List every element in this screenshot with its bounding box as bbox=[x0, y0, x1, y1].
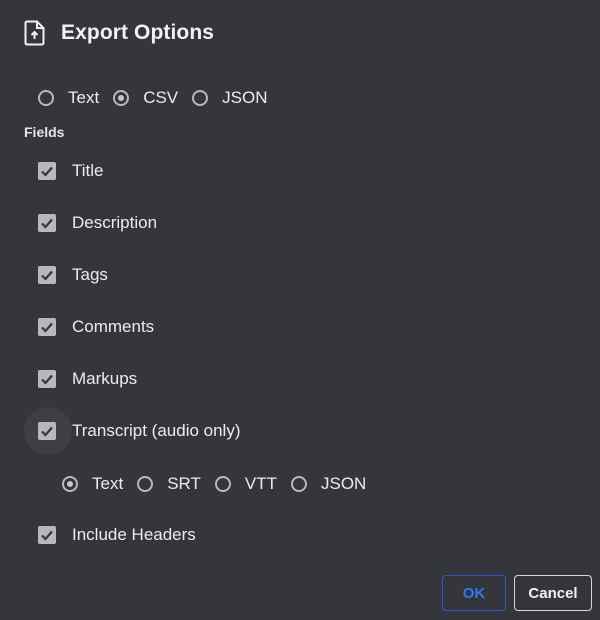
field-checkbox-markups[interactable]: Markups bbox=[38, 367, 137, 391]
checkbox[interactable] bbox=[38, 266, 56, 284]
radio-label: Text bbox=[68, 88, 100, 107]
radio-label: JSON bbox=[222, 88, 268, 107]
format-option-text[interactable]: Text bbox=[38, 88, 99, 108]
radio-button[interactable] bbox=[137, 476, 154, 492]
checkbox-label: Transcript (audio only) bbox=[72, 421, 241, 440]
checkmark-icon bbox=[41, 218, 53, 229]
transcript-option-json[interactable]: JSON bbox=[291, 474, 366, 494]
radio-label: JSON bbox=[321, 474, 367, 493]
radio-button[interactable] bbox=[192, 90, 209, 106]
checkbox[interactable] bbox=[38, 318, 56, 336]
radio-button[interactable] bbox=[214, 476, 231, 492]
format-option-json[interactable]: JSON bbox=[192, 88, 268, 108]
transcript-option-vtt[interactable]: VTT bbox=[214, 474, 277, 494]
transcript-option-text[interactable]: Text bbox=[62, 474, 123, 494]
format-option-csv[interactable]: CSV bbox=[113, 88, 178, 108]
checkbox-label: Comments bbox=[72, 317, 155, 336]
field-checkbox-description[interactable]: Description bbox=[38, 211, 157, 235]
export-options-dialog: Export Options Text CSV JSON Fields Titl… bbox=[0, 0, 600, 620]
radio-button[interactable] bbox=[62, 476, 78, 492]
checkbox-label: Markups bbox=[72, 369, 138, 388]
field-checkbox-comments[interactable]: Comments bbox=[38, 315, 154, 339]
file-upload-icon bbox=[24, 20, 46, 46]
checkmark-icon bbox=[41, 270, 53, 281]
field-checkbox-title[interactable]: Title bbox=[38, 159, 104, 183]
checkbox[interactable] bbox=[38, 370, 56, 388]
checkbox-label: Include Headers bbox=[72, 525, 196, 544]
radio-button[interactable] bbox=[291, 476, 307, 492]
checkbox[interactable] bbox=[38, 422, 56, 440]
checkbox-label: Description bbox=[72, 213, 158, 232]
transcript-option-srt[interactable]: SRT bbox=[137, 474, 201, 494]
checkmark-icon bbox=[41, 426, 53, 437]
radio-label: SRT bbox=[167, 474, 201, 493]
include-headers-checkbox[interactable]: Include Headers bbox=[38, 523, 196, 547]
radio-label: VTT bbox=[244, 474, 277, 493]
cancel-button[interactable]: Cancel bbox=[514, 575, 592, 611]
checkmark-icon bbox=[41, 166, 53, 177]
field-checkbox-tags[interactable]: Tags bbox=[38, 263, 108, 287]
field-checkbox-transcript[interactable]: Transcript (audio only) bbox=[38, 419, 241, 443]
radio-button[interactable] bbox=[38, 90, 54, 106]
checkbox[interactable] bbox=[38, 214, 56, 232]
radio-button[interactable] bbox=[113, 90, 130, 106]
ok-button[interactable]: OK bbox=[442, 575, 506, 611]
checkbox[interactable] bbox=[38, 162, 56, 180]
radio-label: Text bbox=[92, 474, 124, 493]
dialog-title: Export Options bbox=[61, 21, 215, 44]
checkmark-icon bbox=[41, 374, 53, 385]
checkbox[interactable] bbox=[38, 526, 56, 544]
transcript-format-radio-group: Text SRT VTT JSON bbox=[62, 474, 380, 494]
dialog-header: Export Options bbox=[24, 16, 214, 50]
checkbox-label: Title bbox=[72, 161, 104, 180]
checkmark-icon bbox=[41, 530, 53, 541]
checkmark-icon bbox=[41, 322, 53, 333]
fields-section-label: Fields bbox=[24, 124, 65, 140]
export-format-radio-group: Text CSV JSON bbox=[38, 88, 282, 108]
checkbox-label: Tags bbox=[72, 265, 108, 284]
radio-label: CSV bbox=[143, 88, 179, 107]
